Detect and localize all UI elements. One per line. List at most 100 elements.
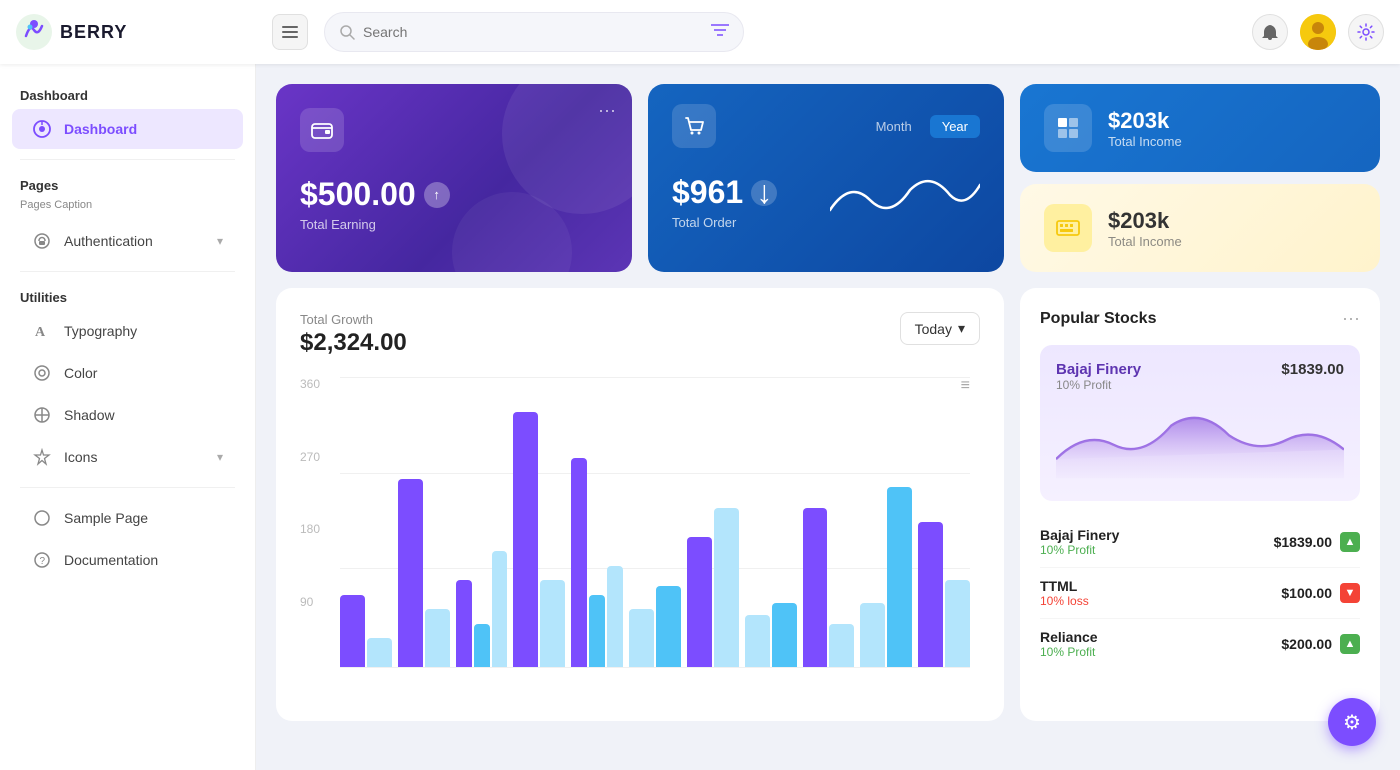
income-yellow-label: Total Income [1108,234,1182,249]
bottom-row: Total Growth $2,324.00 Today ▾ [276,288,1380,721]
fab-button[interactable]: ⚙ [1328,698,1376,746]
order-wave-chart [830,160,980,230]
chart-title: Total Growth [300,312,407,327]
search-bar [324,12,744,52]
year-button[interactable]: Year [930,115,980,138]
stock-ttml-trend-down-icon: ▼ [1340,583,1360,603]
income-blue-card: $203k Total Income [1020,84,1380,172]
bar-10b [887,487,912,667]
search-icon [339,24,355,40]
documentation-label: Documentation [64,552,158,568]
income-blue-label: Total Income [1108,134,1182,149]
chart-title-area: Total Growth $2,324.00 [300,312,407,357]
sidebar-item-sample-page[interactable]: Sample Page [12,498,243,538]
hamburger-button[interactable] [272,14,308,50]
y-label-180: 180 [300,522,335,536]
bar-group-4 [513,377,565,667]
featured-stock-mini-chart [1056,400,1344,480]
stock-ttml-name: TTML [1040,578,1089,594]
stock-reliance-trend-up-icon: ▲ [1340,634,1360,654]
documentation-svg: ? [33,551,51,569]
order-card-header: Month Year [672,104,980,148]
sidebar-item-documentation[interactable]: ? Documentation [12,540,243,580]
icons-label: Icons [64,449,97,465]
bar-2a [398,479,423,668]
main-layout: Dashboard Dashboard Pages Pages Caption [0,64,1400,770]
shopping-icon [683,115,705,137]
sample-page-icon [32,508,52,528]
stock-reliance-right: $200.00 ▲ [1281,634,1360,654]
stocks-more-button[interactable]: ··· [1342,308,1360,329]
bar-6a [629,609,654,667]
bell-icon [1262,23,1278,41]
chart-amount: $2,324.00 [300,329,407,357]
search-input[interactable] [363,24,711,40]
bar-4a [513,412,538,667]
hamburger-icon [282,26,298,38]
chevron-down-icon: ▾ [958,320,965,337]
bar-group-11 [918,377,970,667]
bar-group-3 [456,377,508,667]
stock-bajaj-name: Bajaj Finery [1040,527,1119,543]
featured-stock-header: Bajaj Finery 10% Profit $1839.00 [1056,361,1344,392]
documentation-icon: ? [32,550,52,570]
stock-list: Bajaj Finery 10% Profit $1839.00 ▲ TTML … [1040,517,1360,669]
stocks-card: Popular Stocks ··· Bajaj Finery 10% Prof… [1020,288,1380,721]
income-yellow-amount: $203k [1108,208,1182,234]
y-label-90: 90 [300,595,335,609]
bar-2b [425,609,450,667]
sidebar-item-typography[interactable]: A Typography [12,311,243,351]
wallet-icon [311,119,333,141]
notifications-button[interactable] [1252,14,1288,50]
income-blue-text: $203k Total Income [1108,108,1182,149]
right-cards: $203k Total Income [1020,84,1380,272]
bar-8b [772,603,797,667]
chart-area: 360 270 180 90 [300,377,980,697]
earning-card: ··· $500.00 ↑ Total Earning [276,84,632,272]
today-button[interactable]: Today ▾ [900,312,980,345]
stock-bajaj-right: $1839.00 ▲ [1274,532,1360,552]
earning-amount: $500.00 ↑ [300,176,608,213]
search-filter-button[interactable] [711,23,729,42]
sidebar-divider-3 [20,487,235,488]
settings-button[interactable] [1348,14,1384,50]
sidebar-item-icons[interactable]: Icons ▾ [12,437,243,477]
bar-11a [918,522,943,667]
shadow-svg [33,406,51,424]
bar-3a [456,580,472,667]
sidebar-item-shadow[interactable]: Shadow [12,395,243,435]
bar-3c [492,551,508,667]
stocks-header: Popular Stocks ··· [1040,308,1360,329]
bar-6b [656,586,681,667]
bar-group-7 [687,377,739,667]
auth-label: Authentication [64,233,153,249]
chart-menu-icon[interactable]: ≡ [961,377,970,395]
sidebar-item-authentication[interactable]: Authentication ▾ [12,221,243,261]
bar-1b [367,638,392,667]
income-blue-amount: $203k [1108,108,1182,134]
logo-area: BERRY [16,14,256,50]
bar-7b [714,508,739,668]
user-avatar[interactable] [1300,14,1336,50]
icons-icon [32,447,52,467]
color-svg [33,364,51,382]
stock-bajaj-change: 10% Profit [1040,543,1119,557]
stock-bajaj-left: Bajaj Finery 10% Profit [1040,527,1119,557]
color-label: Color [64,365,97,381]
featured-stock-profit: 10% Profit [1056,378,1141,392]
sample-page-svg [33,509,51,527]
bar-4b [540,580,565,667]
month-button[interactable]: Month [864,115,924,138]
earning-trend-up-icon: ↑ [424,182,450,208]
keyboard-icon [1056,216,1080,240]
sidebar-item-dashboard[interactable]: Dashboard [12,109,243,149]
earning-card-more-button[interactable]: ··· [598,100,616,121]
grid-line-90 [340,667,970,668]
featured-stock-chart: Bajaj Finery 10% Profit $1839.00 [1040,345,1360,501]
sidebar-item-color[interactable]: Color [12,353,243,393]
settings-icon [1357,23,1375,41]
logo-icon [16,14,52,50]
income-yellow-icon [1044,204,1092,252]
typography-svg: A [33,322,51,340]
chart-header: Total Growth $2,324.00 Today ▾ [300,312,980,357]
